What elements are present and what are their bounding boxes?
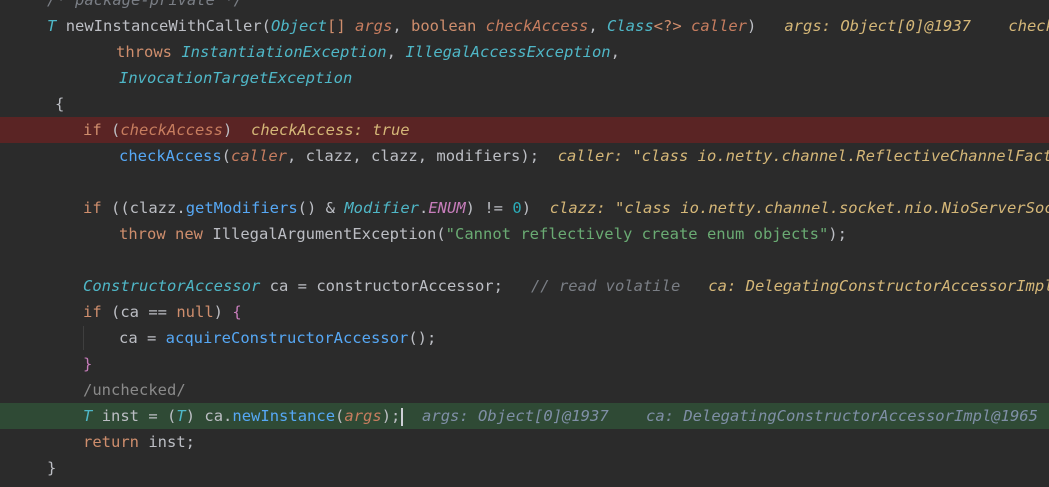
annotation-comment: /unchecked/ <box>83 381 186 399</box>
debug-inline-value[interactable]: caller: "class io.netty.channel.Reflecti… <box>558 147 1049 165</box>
static-field: ENUM <box>428 199 466 217</box>
keyword: throw <box>119 225 166 243</box>
exception-type: InstantiationException <box>181 43 387 61</box>
execution-line[interactable]: T inst = (T) ca.newInstance(args); args:… <box>0 403 1049 429</box>
comment: // read volatile <box>530 277 681 295</box>
type-name: T <box>83 407 93 425</box>
code-line[interactable]: if (ca == null) { <box>0 299 1049 325</box>
debug-inline-value[interactable]: checkAccess: true <box>251 121 410 139</box>
variable: inst <box>148 433 186 451</box>
exception-type: InvocationTargetException <box>119 69 353 87</box>
param-ref: checkAccess <box>120 121 223 139</box>
string-literal: "Cannot reflectively create enum objects… <box>445 225 829 243</box>
code-line[interactable]: { <box>0 91 1049 117</box>
code-line[interactable]: /* package-private */ <box>0 0 1049 13</box>
debug-inline-value[interactable]: clazz: "class io.netty.channel.socket.ni… <box>550 199 1049 217</box>
type-name: ConstructorAccessor <box>83 277 261 295</box>
variable: clazz <box>305 147 353 165</box>
code-line[interactable]: T newInstanceWithCaller(Object[] args, b… <box>0 13 1049 39</box>
variable: clazz <box>129 199 177 217</box>
close-brace: } <box>83 355 93 373</box>
param-ref: caller <box>231 147 287 165</box>
method-call: checkAccess <box>119 147 222 165</box>
variable: ca <box>119 329 138 347</box>
code-editor[interactable]: /* package-private */ T newInstanceWithC… <box>0 0 1049 487</box>
keyword: null <box>176 303 214 321</box>
variable: ca <box>269 277 289 295</box>
array-brackets: [] <box>327 17 355 35</box>
keyword: if <box>83 199 102 217</box>
variable: ca <box>204 407 224 425</box>
code-line[interactable]: throws InstantiationException, IllegalAc… <box>0 39 1049 65</box>
type-name: T <box>176 407 186 425</box>
comment: /* package-private */ <box>47 0 243 9</box>
param-name: caller <box>691 17 748 35</box>
code-line[interactable]: InvocationTargetException <box>0 65 1049 91</box>
keyword: if <box>83 121 102 139</box>
text-caret <box>401 407 404 426</box>
method-call: acquireConstructorAccessor <box>165 329 409 347</box>
code-line[interactable]: /unchecked/ <box>0 377 1049 403</box>
debug-inline-value[interactable]: ca: DelegatingConstructorAccessorImpl@19… <box>708 277 1049 295</box>
code-line[interactable]: ca = acquireConstructorAccessor(); <box>0 325 1049 351</box>
variable: modifiers <box>436 147 521 165</box>
exception-type: IllegalAccessException <box>405 43 611 61</box>
method-name: newInstanceWithCaller <box>65 17 262 35</box>
keyword: return <box>83 433 139 451</box>
generic-args: <?> <box>653 17 682 35</box>
debug-inline-value[interactable]: checkAcce <box>1008 17 1049 35</box>
code-line[interactable]: } <box>0 455 1049 481</box>
keyword: new <box>175 225 204 243</box>
type-name: T <box>47 17 57 35</box>
method-call: getModifiers <box>185 199 298 217</box>
type-name: Object <box>271 17 327 35</box>
code-line[interactable]: if ((clazz.getModifiers() & Modifier.ENU… <box>0 195 1049 221</box>
debug-inline-value[interactable]: args: Object[0]@1937 <box>784 17 971 35</box>
close-brace: } <box>47 459 57 477</box>
debug-inline-value[interactable]: args: Object[0]@1937 <box>422 407 609 425</box>
code-line[interactable]: checkAccess(caller, clazz, clazz, modifi… <box>0 143 1049 169</box>
keyword: if <box>83 303 102 321</box>
param-ref: args <box>344 407 382 425</box>
param-name: checkAccess <box>485 17 589 35</box>
variable: inst <box>101 407 140 425</box>
param-name: args <box>355 17 393 35</box>
method-call: newInstance <box>232 407 336 425</box>
code-line[interactable]: } <box>0 351 1049 377</box>
type-name: Modifier <box>344 199 419 217</box>
variable: ca <box>120 303 140 321</box>
code-line[interactable]: throw new IllegalArgumentException("Cann… <box>0 221 1049 247</box>
keyword: boolean <box>411 17 477 35</box>
number-literal: 0 <box>512 199 522 217</box>
type-name: Class <box>607 17 654 35</box>
keyword: throws <box>116 43 172 61</box>
debug-inline-value[interactable]: ca: DelegatingConstructorAccessorImpl@19… <box>646 407 1038 425</box>
breakpoint-line[interactable]: if (checkAccess) checkAccess: true <box>0 117 1049 143</box>
class-name: IllegalArgumentException <box>212 225 437 243</box>
open-brace: { <box>55 95 65 113</box>
variable: constructorAccessor <box>316 277 494 295</box>
variable: clazz <box>371 147 418 165</box>
code-line[interactable]: return inst; <box>0 429 1049 455</box>
code-line[interactable]: ConstructorAccessor ca = constructorAcce… <box>0 273 1049 299</box>
